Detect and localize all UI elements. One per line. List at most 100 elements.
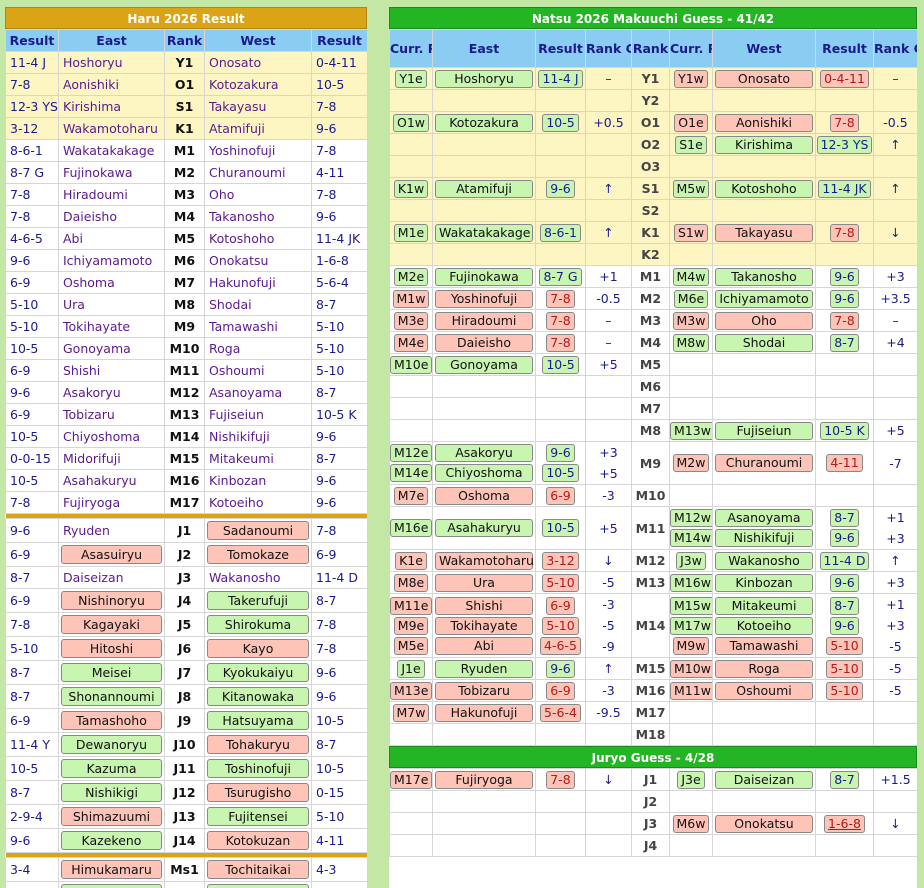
east-rikishi[interactable]: Tobizaru — [58, 403, 165, 426]
east-rikishi[interactable]: Chiyoshoma — [435, 464, 533, 482]
west-rikishi[interactable]: Onosato — [204, 51, 312, 74]
west-rikishi[interactable]: Mitakeumi — [204, 447, 312, 470]
east-rikishi[interactable]: Meisei — [61, 663, 162, 682]
west-rikishi[interactable]: Kitanowaka — [207, 687, 309, 706]
east-rikishi[interactable]: Hoshoryu — [435, 69, 533, 88]
east-rikishi[interactable]: Kazekeno — [61, 831, 162, 850]
east-rikishi[interactable]: Fujiryoga — [435, 770, 533, 789]
west-rikishi[interactable]: Shodai — [204, 293, 312, 316]
east-rikishi[interactable]: Kirishima — [58, 95, 165, 118]
east-rikishi[interactable]: Tobizaru — [435, 681, 533, 700]
west-rikishi[interactable]: Fujitensei — [207, 807, 309, 826]
west-rikishi[interactable]: Asanoyama — [715, 509, 813, 527]
east-rikishi[interactable]: Shishi — [58, 359, 165, 382]
east-rikishi[interactable]: Kagayaki — [61, 615, 162, 634]
west-rikishi[interactable]: Takayasu — [204, 95, 312, 118]
east-rikishi[interactable]: Chiyoshoma — [58, 425, 165, 448]
west-rikishi[interactable]: Onokatsu — [204, 249, 312, 272]
west-rikishi[interactable]: Kayo — [207, 639, 309, 658]
east-rikishi[interactable]: Wakatakakage — [435, 223, 533, 242]
west-rikishi[interactable]: Fujiseiun — [715, 421, 813, 440]
west-rikishi[interactable]: Tamawashi — [715, 636, 813, 655]
west-rikishi[interactable]: Takanosho — [715, 267, 813, 286]
east-rikishi[interactable]: Abi — [58, 227, 165, 250]
east-rikishi[interactable]: Hiradoumi — [435, 311, 533, 330]
east-rikishi[interactable]: Dewanoryu — [61, 735, 162, 754]
east-rikishi[interactable]: Asakoryu — [58, 381, 165, 404]
west-rikishi[interactable]: Sadanoumi — [207, 521, 309, 540]
west-rikishi[interactable]: Roga — [715, 659, 813, 678]
west-rikishi[interactable]: Aonishiki — [715, 113, 813, 132]
west-rikishi[interactable]: Oho — [204, 183, 312, 206]
east-rikishi[interactable]: Ichiyamamoto — [58, 249, 165, 272]
east-rikishi[interactable]: Fujinokawa — [58, 161, 165, 184]
west-rikishi[interactable]: Kotokuzan — [207, 831, 309, 850]
west-rikishi[interactable]: Kirishima — [715, 135, 813, 154]
west-rikishi[interactable]: Hakunofuji — [204, 271, 312, 294]
east-rikishi[interactable]: Daieisho — [435, 333, 533, 352]
west-rikishi[interactable]: Oshoumi — [204, 359, 312, 382]
east-rikishi[interactable]: Oshoma — [435, 486, 533, 505]
west-rikishi[interactable]: Toshinofuji — [207, 759, 309, 778]
east-rikishi[interactable]: Hitoshi — [61, 639, 162, 658]
east-rikishi[interactable]: Gonoyama — [435, 355, 533, 374]
east-rikishi[interactable]: Asakoryu — [435, 444, 533, 462]
west-rikishi[interactable]: Roga — [204, 337, 312, 360]
west-rikishi[interactable]: Tamawashi — [204, 315, 312, 338]
east-rikishi[interactable]: Tokihayate — [435, 616, 533, 635]
west-rikishi[interactable]: Atamifuji — [204, 117, 312, 140]
west-rikishi[interactable]: Yoshinofuji — [204, 139, 312, 162]
east-rikishi[interactable]: Hoshoryu — [58, 51, 165, 74]
west-rikishi[interactable]: Oho — [715, 311, 813, 330]
east-rikishi[interactable]: Tokihayate — [58, 315, 165, 338]
east-rikishi[interactable]: Hiradoumi — [58, 183, 165, 206]
east-rikishi[interactable]: Daieisho — [58, 205, 165, 228]
east-rikishi[interactable]: Wakamotoharu — [435, 551, 534, 570]
west-rikishi[interactable]: Takerufuji — [207, 591, 309, 610]
east-rikishi[interactable]: Asahakuryu — [435, 519, 533, 537]
east-rikishi[interactable]: Oshoma — [58, 271, 165, 294]
east-rikishi[interactable]: Nishinoryu — [61, 591, 162, 610]
west-rikishi[interactable]: Okanu — [207, 884, 309, 888]
west-rikishi[interactable]: Wakanosho — [715, 551, 813, 570]
east-rikishi[interactable]: Wakatakakage — [58, 139, 165, 162]
east-rikishi[interactable]: Yoshinofuji — [435, 289, 533, 308]
east-rikishi[interactable]: Abi — [435, 636, 533, 655]
east-rikishi[interactable]: Shimazuumi — [61, 807, 162, 826]
east-rikishi[interactable]: Fujinokawa — [435, 267, 533, 286]
west-rikishi[interactable]: Takanosho — [204, 205, 312, 228]
west-rikishi[interactable]: Onokatsu — [715, 814, 813, 833]
west-rikishi[interactable]: Onosato — [715, 69, 813, 88]
west-rikishi[interactable]: Tochitaikai — [207, 860, 309, 879]
west-rikishi[interactable]: Takayasu — [715, 223, 813, 242]
east-rikishi[interactable]: Nishikigi — [61, 783, 162, 802]
east-rikishi[interactable]: Hakunofuji — [435, 703, 533, 722]
east-rikishi[interactable]: Asahakuryu — [58, 469, 165, 492]
east-rikishi[interactable]: Ura — [58, 293, 165, 316]
east-rikishi[interactable]: Atamifuji — [435, 179, 533, 198]
west-rikishi[interactable]: Kotoeiho — [715, 616, 813, 635]
west-rikishi[interactable]: Shodai — [715, 333, 813, 352]
west-rikishi[interactable]: Kotozakura — [204, 73, 312, 96]
west-rikishi[interactable]: Oshoumi — [715, 681, 813, 700]
west-rikishi[interactable]: Tsurugisho — [207, 783, 309, 802]
west-rikishi[interactable]: Hatsuyama — [207, 711, 309, 730]
east-rikishi[interactable]: Hakuyozan — [61, 884, 162, 888]
east-rikishi[interactable]: Shonannoumi — [61, 687, 162, 706]
east-rikishi[interactable]: Ryuden — [435, 659, 533, 678]
west-rikishi[interactable]: Nishikifuji — [715, 529, 813, 547]
east-rikishi[interactable]: Midorifuji — [58, 447, 165, 470]
east-rikishi[interactable]: Ura — [435, 573, 533, 592]
east-rikishi[interactable]: Aonishiki — [58, 73, 165, 96]
west-rikishi[interactable]: Ichiyamamoto — [715, 289, 813, 308]
east-rikishi[interactable]: Himukamaru — [61, 860, 162, 879]
east-rikishi[interactable]: Kazuma — [61, 759, 162, 778]
east-rikishi[interactable]: Kotozakura — [435, 113, 533, 132]
east-rikishi[interactable]: Fujiryoga — [58, 491, 165, 514]
west-rikishi[interactable]: Churanoumi — [715, 454, 813, 472]
west-rikishi[interactable]: Kotoshoho — [715, 179, 813, 198]
west-rikishi[interactable]: Kotoshoho — [204, 227, 312, 250]
west-rikishi[interactable]: Churanoumi — [204, 161, 312, 184]
west-rikishi[interactable]: Mitakeumi — [715, 596, 813, 615]
east-rikishi[interactable]: Wakamotoharu — [58, 117, 165, 140]
